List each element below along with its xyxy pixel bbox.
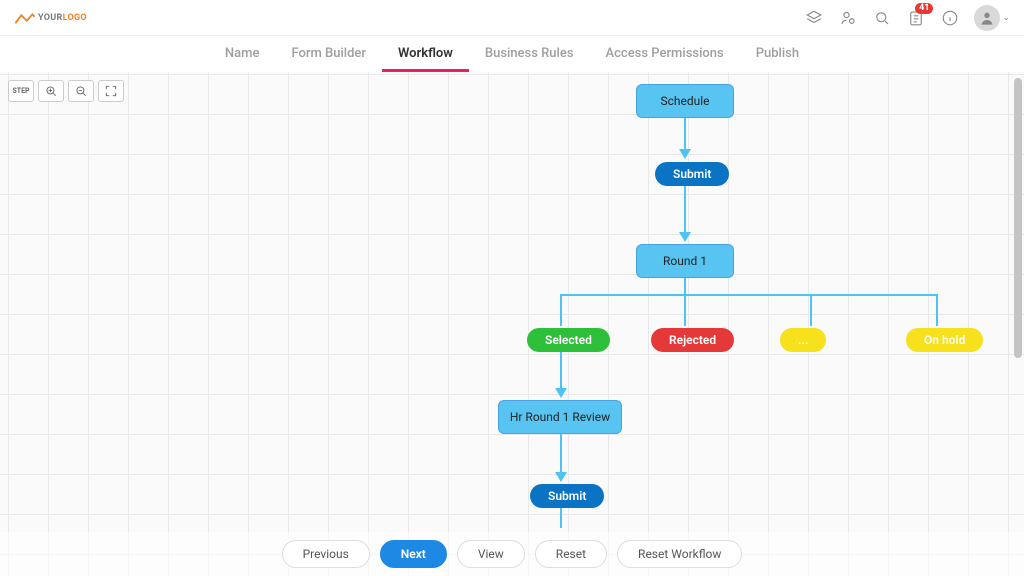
stage-round1[interactable]: Round 1 — [636, 244, 734, 278]
zoom-in-icon[interactable] — [38, 80, 64, 102]
search-icon[interactable] — [872, 8, 892, 28]
stage-schedule[interactable]: Schedule — [636, 84, 734, 118]
tasks-icon[interactable]: 41 — [906, 8, 926, 28]
reset-workflow-button[interactable]: Reset Workflow — [617, 540, 742, 568]
chevron-down-icon: ⌄ — [1002, 13, 1010, 23]
canvas-toolbar: STEP — [8, 80, 124, 102]
zoom-out-icon[interactable] — [68, 80, 94, 102]
decision-selected[interactable]: Selected — [527, 328, 610, 352]
avatar-icon — [974, 5, 1000, 31]
tab-name[interactable]: Name — [209, 40, 276, 72]
reset-button[interactable]: Reset — [535, 540, 607, 568]
workflow-canvas[interactable]: STEP Schedule Submit Round 1 Selected Re… — [0, 72, 1024, 576]
next-button[interactable]: Next — [380, 540, 447, 568]
logo-text: YOURLOGO — [38, 13, 87, 23]
stage-hr-review[interactable]: Hr Round 1 Review — [498, 400, 622, 434]
fullscreen-icon[interactable] — [98, 80, 124, 102]
topbar: YOURLOGO 41 ⌄ — [0, 0, 1024, 36]
logo-house-icon — [14, 11, 36, 25]
action-submit-2[interactable]: Submit — [530, 484, 604, 508]
layers-icon[interactable] — [804, 8, 824, 28]
step-icon[interactable]: STEP — [8, 80, 34, 102]
tab-publish[interactable]: Publish — [740, 40, 815, 72]
info-icon[interactable] — [940, 8, 960, 28]
user-menu[interactable]: ⌄ — [974, 5, 1010, 31]
previous-button[interactable]: Previous — [282, 540, 370, 568]
view-button[interactable]: View — [457, 540, 525, 568]
tab-workflow[interactable]: Workflow — [382, 40, 469, 72]
action-submit-1[interactable]: Submit — [655, 162, 729, 186]
tab-business-rules[interactable]: Business Rules — [469, 40, 590, 72]
decision-onhold[interactable]: On hold — [906, 328, 983, 352]
tab-form-builder[interactable]: Form Builder — [275, 40, 382, 72]
decision-rejected[interactable]: Rejected — [651, 328, 734, 352]
tab-access-permissions[interactable]: Access Permissions — [590, 40, 740, 72]
canvas-scrollbar[interactable] — [1014, 78, 1022, 358]
canvas-grid — [0, 72, 1024, 576]
user-settings-icon[interactable] — [838, 8, 858, 28]
tabs-bar: Name Form Builder Workflow Business Rule… — [0, 36, 1024, 72]
logo[interactable]: YOURLOGO — [14, 11, 87, 25]
footer-bar: Previous Next View Reset Reset Workflow — [0, 532, 1024, 576]
decision-more[interactable]: ... — [780, 328, 826, 352]
topbar-actions: 41 ⌄ — [804, 5, 1010, 31]
notification-badge: 41 — [915, 3, 933, 14]
